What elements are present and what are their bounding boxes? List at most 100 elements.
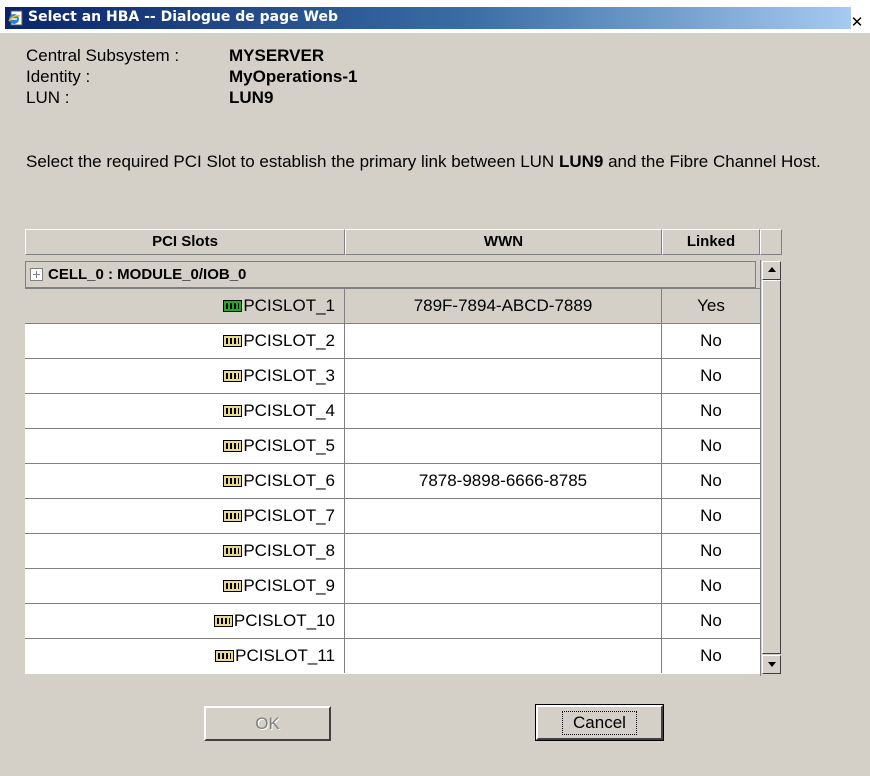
cancel-button[interactable]: Cancel	[535, 704, 664, 741]
slot-cell: PCISLOT_9	[25, 569, 344, 603]
lun-value: LUN9	[229, 88, 274, 107]
slot-cell: PCISLOT_8	[25, 534, 344, 568]
group-row-iob[interactable]: CELL_0 : MODULE_0/IOB_0	[25, 261, 756, 288]
slot-cell: PCISLOT_6	[25, 464, 344, 498]
table-row[interactable]: PCISLOT_10 No	[25, 603, 760, 639]
wwn-cell	[344, 499, 661, 533]
linked-cell: No	[661, 499, 760, 533]
table-row[interactable]: PCISLOT_3 No	[25, 358, 760, 394]
wwn-cell: 7878-9898-6666-8785	[344, 464, 661, 498]
slot-cell: PCISLOT_11	[25, 639, 344, 673]
arrow-down-icon	[768, 662, 776, 667]
slot-name: PCISLOT_2	[243, 331, 335, 350]
linked-cell: No	[661, 359, 760, 393]
pci-slot-icon	[223, 370, 243, 382]
ie-dialog-icon	[8, 10, 23, 26]
pci-slot-icon	[223, 335, 243, 347]
slot-name: PCISLOT_4	[243, 401, 335, 420]
lun-info: LUN : LUN9	[26, 88, 273, 108]
slot-cell: PCISLOT_2	[25, 324, 344, 358]
linked-cell: No	[661, 639, 760, 673]
slot-name: PCISLOT_7	[243, 506, 335, 525]
pci-slot-icon	[215, 650, 235, 662]
table-row[interactable]: PCISLOT_11 No	[25, 638, 760, 674]
identity-label: Identity :	[26, 67, 91, 86]
wwn-cell	[344, 569, 661, 603]
pci-slot-table: PCI Slots WWN Linked CELL_0 : MODULE_0/I…	[25, 229, 782, 676]
linked-cell: No	[661, 394, 760, 428]
wwn-cell	[344, 639, 661, 673]
pci-slot-icon	[223, 580, 243, 592]
wwn-cell: 789F-7894-ABCD-7889	[344, 289, 661, 323]
linked-cell: No	[661, 604, 760, 638]
slot-cell: PCISLOT_5	[25, 429, 344, 463]
table-row[interactable]: PCISLOT_9 No	[25, 568, 760, 604]
vertical-scrollbar[interactable]	[760, 260, 782, 676]
slot-name: PCISLOT_10	[233, 611, 335, 630]
slot-cell: PCISLOT_4	[25, 394, 344, 428]
table-row[interactable]: PCISLOT_5 No	[25, 428, 760, 464]
instruction-lun: LUN9	[558, 152, 604, 171]
subsystem-info: Central Subsystem : MYSERVER	[26, 46, 324, 66]
slot-name: PCISLOT_8	[243, 541, 335, 560]
table-row[interactable]: PCISLOT_8 No	[25, 533, 760, 569]
column-header-pci-slots[interactable]: PCI Slots	[25, 229, 345, 255]
wwn-cell	[344, 534, 661, 568]
linked-cell: No	[661, 464, 760, 498]
pci-slot-icon	[213, 615, 233, 627]
slot-cell: PCISLOT_7	[25, 499, 344, 533]
identity-info: Identity : MyOperations-1	[26, 67, 357, 87]
slot-name: PCISLOT_1	[243, 296, 335, 315]
slot-cell: PCISLOT_10	[25, 604, 344, 638]
slot-name: PCISLOT_9	[243, 576, 335, 595]
instruction-prefix: Select the required PCI Slot to establis…	[26, 152, 559, 171]
table-row[interactable]: PCISLOT_4 No	[25, 393, 760, 429]
arrow-up-icon	[768, 267, 776, 272]
instruction-text: Select the required PCI Slot to establis…	[26, 150, 846, 173]
wwn-cell	[344, 429, 661, 463]
linked-cell: Yes	[661, 289, 760, 323]
expand-icon[interactable]	[30, 268, 43, 281]
cancel-button-label: Cancel	[562, 710, 637, 735]
scroll-down-button[interactable]	[762, 655, 781, 674]
column-header-linked[interactable]: Linked	[662, 229, 760, 255]
slot-name: PCISLOT_5	[243, 436, 335, 455]
scroll-thumb[interactable]	[762, 280, 781, 654]
subsystem-value: MYSERVER	[229, 46, 325, 65]
pci-slot-icon	[223, 475, 243, 487]
group-label: CELL_0 : MODULE_0/IOB_0	[48, 266, 247, 283]
slot-name: PCISLOT_3	[243, 366, 335, 385]
linked-cell: No	[661, 534, 760, 568]
pci-slot-icon	[223, 405, 243, 417]
subsystem-label: Central Subsystem :	[26, 46, 180, 65]
column-header-wwn[interactable]: WWN	[345, 229, 662, 255]
pci-slot-active-icon	[223, 300, 243, 312]
column-header-filler	[760, 229, 782, 255]
wwn-cell	[344, 394, 661, 428]
table-row[interactable]: PCISLOT_1 789F-7894-ABCD-7889 Yes	[25, 288, 760, 324]
wwn-cell	[344, 604, 661, 638]
slot-cell: PCISLOT_1	[25, 289, 344, 323]
linked-cell: No	[661, 429, 760, 463]
title-bar: Select an HBA -- Dialogue de page Web ✕	[0, 0, 870, 33]
wwn-cell	[344, 324, 661, 358]
wwn-cell	[344, 359, 661, 393]
lun-label: LUN :	[26, 88, 70, 107]
close-icon[interactable]: ✕	[848, 15, 866, 32]
table-row[interactable]: PCISLOT_2 No	[25, 323, 760, 359]
pci-slot-icon	[223, 440, 243, 452]
table-row[interactable]: PCISLOT_7 No	[25, 498, 760, 534]
pci-slot-icon	[223, 510, 243, 522]
scroll-up-button[interactable]	[762, 261, 781, 280]
table-row[interactable]: PCISLOT_6 7878-9898-6666-8785 No	[25, 463, 760, 499]
title-bar-caption[interactable]: Select an HBA -- Dialogue de page Web	[5, 7, 851, 29]
window-title: Select an HBA -- Dialogue de page Web	[28, 9, 338, 25]
slot-name: PCISLOT_11	[235, 646, 335, 665]
linked-cell: No	[661, 324, 760, 358]
identity-value: MyOperations-1	[229, 67, 358, 86]
linked-cell: No	[661, 569, 760, 603]
ok-button[interactable]: OK	[204, 706, 331, 741]
pci-slot-icon	[223, 545, 243, 557]
slot-name: PCISLOT_6	[243, 471, 335, 490]
instruction-suffix: and the Fibre Channel Host.	[603, 152, 821, 171]
